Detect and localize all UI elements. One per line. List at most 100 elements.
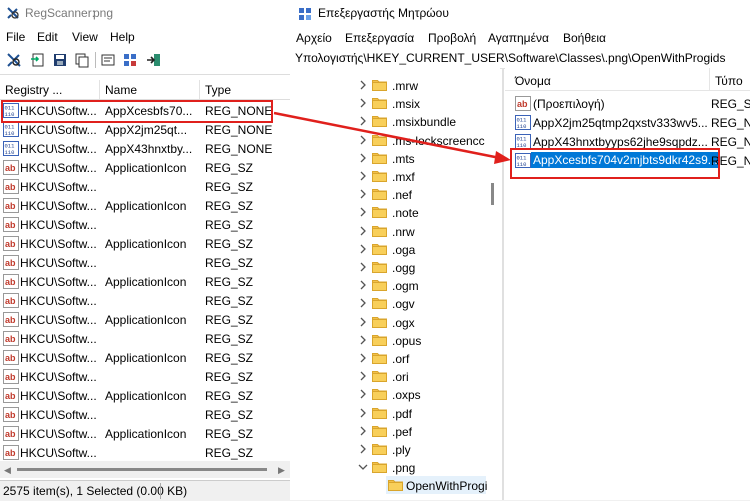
chevron-right-icon[interactable]: [358, 297, 366, 308]
chevron-right-icon[interactable]: [358, 243, 366, 254]
address-path[interactable]: Υπολογιστής\HKEY_CURRENT_USER\Software\C…: [295, 51, 725, 65]
chevron-right-icon[interactable]: [358, 79, 366, 90]
table-row[interactable]: 011 110 HKCU\Softw... AppX2jm25qt... REG_NON…: [0, 120, 292, 139]
table-row[interactable]: ab HKCU\Softw... ApplicationIcon REG_SZ: [0, 234, 292, 253]
value-row[interactable]: 011 110 AppX2jm25qtmp2qxstv333wv5... REG_N: [505, 113, 750, 132]
menu-favorites[interactable]: Αγαπημένα: [488, 31, 549, 45]
properties-icon[interactable]: [100, 52, 116, 68]
value-row[interactable]: ab (Προεπιλογή) REG_S: [505, 94, 750, 113]
table-row[interactable]: ab HKCU\Softw... REG_SZ: [0, 253, 292, 272]
address-bar[interactable]: Υπολογιστής\HKEY_CURRENT_USER\Software\C…: [290, 48, 750, 69]
tree-item-openwithprogids[interactable]: OpenWithProgi: [386, 476, 487, 495]
column-type[interactable]: Type: [205, 83, 231, 97]
value-row[interactable]: 011 110 AppX43hnxtbyyps62jhe9sqpdz... REG_N: [505, 132, 750, 151]
table-row[interactable]: ab HKCU\Softw... REG_SZ: [0, 291, 292, 310]
pane-splitter[interactable]: [502, 68, 504, 500]
tree-item[interactable]: .msixbundle: [290, 112, 500, 130]
tree-item[interactable]: .ms-lockscreencc: [290, 131, 500, 149]
table-row[interactable]: ab HKCU\Softw... REG_SZ: [0, 329, 292, 348]
tree-item[interactable]: .oga: [290, 240, 500, 258]
chevron-right-icon[interactable]: [358, 407, 366, 418]
tree-item[interactable]: .ogx: [290, 313, 500, 331]
tree-item[interactable]: .nef: [290, 185, 500, 203]
chevron-right-icon[interactable]: [358, 225, 366, 236]
menu-file[interactable]: Αρχείο: [296, 31, 332, 45]
column-divider[interactable]: [99, 80, 100, 99]
tree-item[interactable]: .oxps: [290, 385, 500, 403]
copy-icon[interactable]: [74, 52, 90, 68]
scrollbar-thumb[interactable]: [17, 468, 267, 471]
export-icon[interactable]: [30, 52, 46, 68]
value-row[interactable]: 011 110 AppXcesbfs704v2mjbts9dkr42s9... REG…: [505, 151, 750, 170]
tree-item[interactable]: .png: [290, 458, 500, 476]
menu-help[interactable]: Help: [110, 30, 135, 44]
table-row[interactable]: ab HKCU\Softw... REG_SZ: [0, 177, 292, 196]
chevron-right-icon[interactable]: [358, 97, 366, 108]
chevron-right-icon[interactable]: [358, 352, 366, 363]
chevron-right-icon[interactable]: [358, 152, 366, 163]
menu-help[interactable]: Βοήθεια: [563, 31, 606, 45]
tree-item[interactable]: .nrw: [290, 222, 500, 240]
table-row[interactable]: ab HKCU\Softw... REG_SZ: [0, 367, 292, 386]
chevron-right-icon[interactable]: [358, 316, 366, 327]
scrollbar-thumb[interactable]: [491, 183, 494, 205]
scroll-right-icon[interactable]: ▶: [278, 465, 285, 476]
chevron-right-icon[interactable]: [358, 188, 366, 199]
chevron-right-icon[interactable]: [358, 134, 366, 145]
tree-item[interactable]: .ogm: [290, 276, 500, 294]
chevron-right-icon[interactable]: [358, 443, 366, 454]
column-registry-key[interactable]: Registry ...: [5, 83, 62, 97]
tree-item[interactable]: .pef: [290, 422, 500, 440]
save-icon[interactable]: [52, 52, 68, 68]
column-divider[interactable]: [709, 68, 710, 90]
table-row[interactable]: ab HKCU\Softw... ApplicationIcon REG_SZ: [0, 310, 292, 329]
tree-item[interactable]: .pdf: [290, 404, 500, 422]
tree-item[interactable]: .opus: [290, 331, 500, 349]
regedit-open-icon[interactable]: [122, 52, 138, 68]
table-row[interactable]: 011 110 HKCU\Softw... AppXcesbfs70... REG_NO…: [0, 101, 292, 120]
tree-item[interactable]: .msix: [290, 94, 500, 112]
tree-item[interactable]: .ori: [290, 367, 500, 385]
table-row[interactable]: ab HKCU\Softw... REG_SZ: [0, 405, 292, 424]
column-name[interactable]: Όνομα: [515, 74, 551, 88]
chevron-right-icon[interactable]: [358, 370, 366, 381]
table-row[interactable]: ab HKCU\Softw... ApplicationIcon REG_SZ: [0, 348, 292, 367]
tree-vertical-scrollbar[interactable]: [486, 68, 498, 500]
column-name[interactable]: Name: [105, 83, 137, 97]
table-row[interactable]: ab HKCU\Softw... ApplicationIcon REG_SZ: [0, 386, 292, 405]
menu-edit[interactable]: Επεξεργασία: [345, 31, 414, 45]
tree-item[interactable]: .ogv: [290, 294, 500, 312]
tree-item[interactable]: .mrw: [290, 76, 500, 94]
chevron-right-icon[interactable]: [358, 334, 366, 345]
table-row[interactable]: ab HKCU\Softw... REG_SZ: [0, 443, 292, 461]
table-row[interactable]: ab HKCU\Softw... ApplicationIcon REG_SZ: [0, 272, 292, 291]
horizontal-scrollbar[interactable]: ◀ ▶: [0, 461, 292, 478]
menu-view[interactable]: View: [72, 30, 98, 44]
column-type[interactable]: Τύπο: [715, 74, 743, 88]
menu-view[interactable]: Προβολή: [428, 31, 476, 45]
chevron-right-icon[interactable]: [358, 170, 366, 181]
tree-item[interactable]: .ply: [290, 440, 500, 458]
chevron-down-icon[interactable]: [358, 461, 368, 471]
chevron-right-icon[interactable]: [358, 388, 366, 399]
tree-item[interactable]: .mxf: [290, 167, 500, 185]
scroll-left-icon[interactable]: ◀: [4, 465, 11, 476]
menu-edit[interactable]: Edit: [37, 30, 58, 44]
column-divider[interactable]: [199, 80, 200, 99]
table-row[interactable]: ab HKCU\Softw... REG_SZ: [0, 215, 292, 234]
tree-item[interactable]: .mts: [290, 149, 500, 167]
table-row[interactable]: ab HKCU\Softw... ApplicationIcon REG_SZ: [0, 158, 292, 177]
tree-item[interactable]: .ogg: [290, 258, 500, 276]
table-row[interactable]: 011 110 HKCU\Softw... AppX43hnxtby... REG_NO…: [0, 139, 292, 158]
chevron-right-icon[interactable]: [358, 261, 366, 272]
chevron-right-icon[interactable]: [358, 115, 366, 126]
chevron-right-icon[interactable]: [358, 279, 366, 290]
table-row[interactable]: ab HKCU\Softw... ApplicationIcon REG_SZ: [0, 196, 292, 215]
tree-item[interactable]: .note: [290, 203, 500, 221]
table-row[interactable]: ab HKCU\Softw... ApplicationIcon REG_SZ: [0, 424, 292, 443]
tree-item[interactable]: .orf: [290, 349, 500, 367]
scan-icon[interactable]: [6, 52, 22, 68]
chevron-right-icon[interactable]: [358, 206, 366, 217]
chevron-right-icon[interactable]: [358, 425, 366, 436]
menu-file[interactable]: File: [6, 30, 25, 44]
